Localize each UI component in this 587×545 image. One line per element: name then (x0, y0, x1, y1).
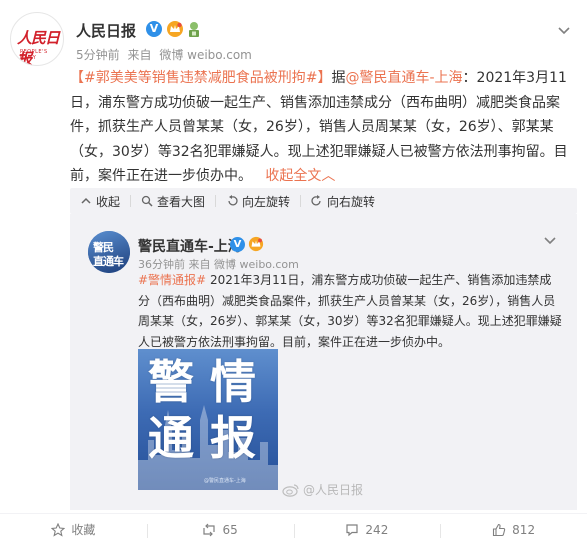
comment-icon (346, 523, 359, 536)
image-char-1: 警 (148, 355, 194, 409)
repost-verified-icon: V (230, 237, 245, 252)
repost-count: 65 (222, 522, 238, 537)
chevron-down-icon[interactable] (557, 26, 571, 36)
verified-icon: V (146, 21, 162, 37)
view-large-button[interactable]: 查看大图 (131, 188, 215, 214)
comment-button[interactable]: 242 (293, 514, 441, 545)
post-meta: 5分钟前 来自 微博 weibo.com (76, 46, 256, 63)
avatar-logo-sub: PEOPLE'S DAILY (20, 49, 48, 61)
post-time[interactable]: 5分钟前 (76, 48, 120, 62)
collapse-icon (81, 197, 91, 204)
action-bar: 收藏 65 242 812 (0, 513, 587, 545)
reposted-weibo: 警民 直通车 警民直通车-上海 V 36分钟前 来自 微博 weibo.com … (70, 214, 577, 510)
repost-icon (203, 523, 216, 536)
repost-chevron-down-icon[interactable] (543, 236, 557, 246)
rotate-left-button[interactable]: 向左旋转 (216, 188, 300, 214)
image-char-3: 通 (148, 411, 194, 465)
comment-count: 242 (365, 522, 389, 537)
rotate-right-label: 向右旋转 (327, 194, 376, 209)
like-button[interactable]: 812 (440, 514, 587, 545)
police-notice-image[interactable]: 警 情 通 报 @警民直通车-上海 (138, 349, 278, 490)
weibo-logo-icon (282, 483, 299, 497)
image-char-2: 情 (210, 355, 256, 409)
magnifier-icon (141, 195, 153, 207)
image-char-4: 报 (210, 411, 256, 465)
favorite-label: 收藏 (71, 523, 96, 537)
avatar[interactable]: 人民日报 PEOPLE'S DAILY (10, 12, 64, 66)
post-body: ：2021年3月11日，浦东警方成功侦破一起生产、销售添加违禁成分（西布曲明）减… (70, 70, 568, 184)
author-name[interactable]: 人民日报 (76, 20, 136, 41)
rotate-left-icon (228, 195, 238, 206)
post-source[interactable]: 微博 weibo.com (159, 48, 252, 62)
rotate-right-icon (311, 195, 321, 206)
repost-avatar[interactable]: 警民 直通车 (88, 231, 130, 273)
thumbs-up-icon (493, 523, 506, 536)
repost-crown-icon (248, 236, 264, 252)
like-count: 812 (512, 522, 536, 537)
image-caption: @警民直通车-上海 (204, 478, 246, 484)
gov-badge-icon (189, 22, 199, 37)
post-header: 人民日报 PEOPLE'S DAILY 人民日报 V 5分钟前 来自 微博 we… (10, 12, 577, 68)
hashtag-link[interactable]: 【#郭美美等销售违禁减肥食品被刑拘#】 (70, 70, 331, 86)
rotate-left-label: 向左旋转 (242, 194, 291, 209)
crown-icon (167, 21, 183, 37)
mention-link[interactable]: @警民直通车-上海 (345, 70, 462, 86)
media-toolbar: 收起 查看大图 向左旋转 向右旋转 (70, 188, 577, 214)
repost-button[interactable]: 65 (146, 514, 294, 545)
star-icon (51, 522, 66, 537)
collapse-label: 收起 (96, 194, 121, 209)
repost-card: 警民 直通车 警民直通车-上海 V 36分钟前 来自 微博 weibo.com … (70, 214, 577, 510)
collapse-full-text-link[interactable]: 收起全文︿ (265, 168, 335, 184)
weibo-post-card: 人民日报 PEOPLE'S DAILY 人民日报 V 5分钟前 来自 微博 we… (0, 0, 587, 545)
repost-text: #警情通报# 2021年3月11日，浦东警方成功侦破一起生产、销售添加违禁成分（… (138, 270, 563, 352)
favorite-button[interactable]: 收藏 (0, 514, 147, 545)
chevron-up-icon: ︿ (321, 168, 336, 184)
text-prefix: 据 (331, 70, 346, 86)
weibo-watermark: @人民日报 (282, 481, 363, 498)
post-text: 【#郭美美等销售违禁减肥食品被刑拘#】据@警民直通车-上海：2021年3月11日… (70, 66, 572, 189)
collapse-button[interactable]: 收起 (70, 188, 130, 214)
repost-avatar-line2: 直通车 (93, 255, 124, 268)
source-prefix: 来自 (127, 48, 152, 62)
collapse-full-text-label: 收起全文 (265, 168, 322, 184)
watermark-text: @人民日报 (303, 483, 364, 497)
view-large-label: 查看大图 (157, 194, 206, 209)
repost-hashtag-link[interactable]: #警情通报# (138, 273, 206, 287)
rotate-right-button[interactable]: 向右旋转 (301, 188, 385, 214)
repost-author-name[interactable]: 警民直通车-上海 (138, 236, 242, 256)
